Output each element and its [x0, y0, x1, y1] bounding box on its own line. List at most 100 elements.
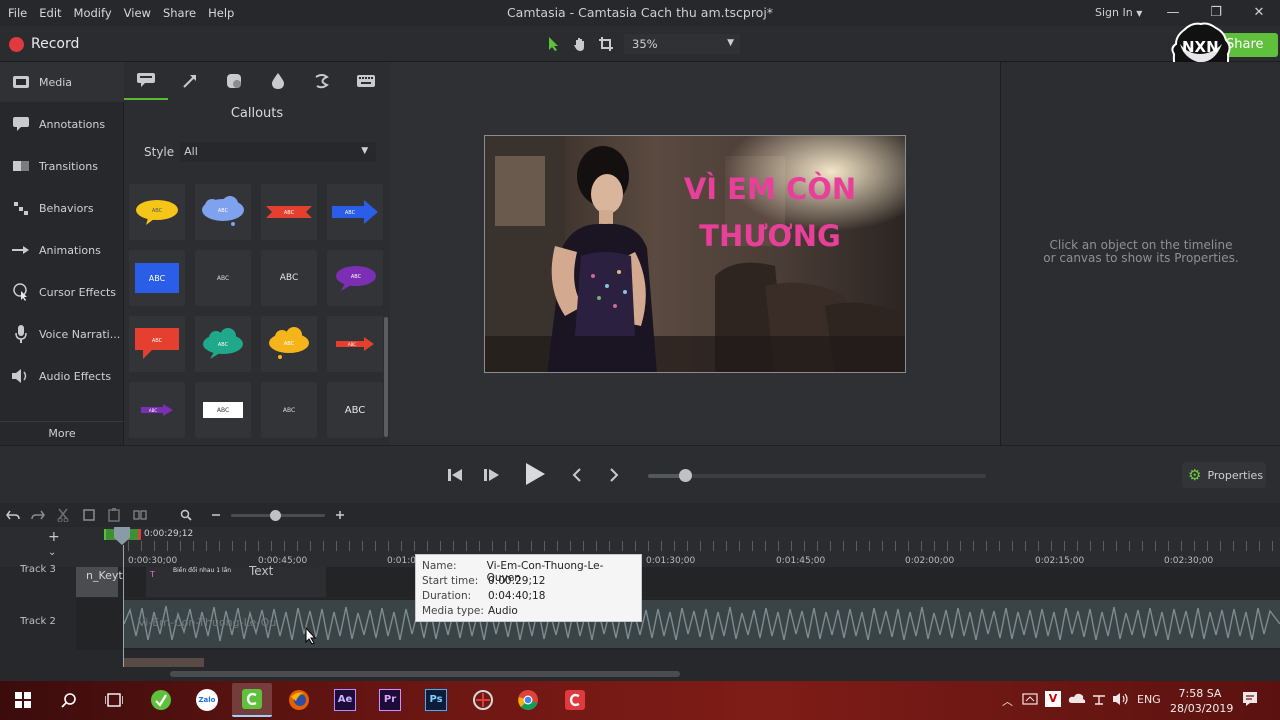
system-clock[interactable]: 7:58 SA 28/03/2019 [1170, 686, 1233, 716]
onedrive-icon[interactable] [1068, 692, 1086, 707]
tab-blur-highlight[interactable] [256, 62, 300, 100]
step-back-button[interactable] [440, 460, 470, 490]
callout-white-rectangle[interactable]: ABC [195, 382, 251, 438]
style-select[interactable]: All ▼ [180, 142, 377, 162]
track-2-audio-clip[interactable]: Vi-Em-Con-Thuong-Le-Qu [124, 600, 1280, 648]
sidebar-item-media[interactable]: Media [0, 62, 124, 102]
zoom-out-button[interactable] [207, 507, 225, 523]
track-3[interactable]: n_Keyt T Biến đổi nhau 1 lần Text [76, 564, 1280, 597]
callout-yellow-oval[interactable]: ABC [129, 184, 185, 240]
menu-share[interactable]: Share [161, 6, 204, 20]
track-2[interactable]: Vi-Em-Con-Thuong-Le-Qu [76, 598, 1280, 650]
unikey-icon[interactable]: V [1045, 691, 1061, 707]
video-title-line2[interactable]: THƯƠNG [675, 219, 865, 253]
callout-red-arrow[interactable]: ABC [327, 316, 383, 372]
zalo-icon[interactable]: Zalo [192, 687, 222, 713]
tab-shapes[interactable] [212, 62, 256, 100]
task-view-icon[interactable] [99, 687, 129, 713]
tab-arrows-lines[interactable] [168, 62, 212, 100]
menu-help[interactable]: Help [206, 6, 242, 20]
callout-yellow-cloud[interactable]: ABC [261, 316, 317, 372]
after-effects-icon[interactable]: Ae [330, 687, 360, 713]
timeline-scrollbar[interactable] [0, 667, 1280, 681]
tab-sketch-motion[interactable] [300, 62, 344, 100]
tab-callouts[interactable] [124, 62, 168, 100]
playback-scrubber[interactable] [648, 469, 986, 482]
network-icon[interactable] [1091, 692, 1107, 709]
timeline-zoom-handle[interactable] [270, 510, 281, 521]
callout-text-large[interactable]: ABC [327, 382, 383, 438]
show-hidden-icons-icon[interactable]: ︿ [1002, 693, 1013, 709]
scrubber-handle[interactable] [679, 469, 693, 482]
menu-modify[interactable]: Modify [72, 6, 120, 20]
camtasia-recorder-icon[interactable] [560, 687, 590, 713]
video-preview[interactable]: VÌ EM CÒN THƯƠNG [484, 135, 906, 373]
more-button[interactable]: More [0, 421, 124, 445]
callout-blue-rectangle[interactable]: ABC [129, 250, 185, 306]
search-icon[interactable] [54, 687, 84, 713]
timeline-zoom-slider[interactable] [231, 510, 325, 521]
canvas-area[interactable]: VÌ EM CÒN THƯƠNG [390, 62, 1000, 445]
callout-blue-arrow[interactable]: ABC [327, 184, 383, 240]
sidebar-item-behaviors[interactable]: Behaviors [0, 188, 124, 228]
properties-button[interactable]: ⚙ Properties [1182, 462, 1266, 488]
zoom-search-icon[interactable] [177, 507, 195, 523]
video-title-line1[interactable]: VÌ EM CÒN [675, 172, 865, 206]
chrome-icon[interactable] [513, 687, 543, 713]
timeline-scroll-thumb[interactable] [170, 671, 680, 677]
callout-red-banner[interactable]: ABC [261, 184, 317, 240]
menu-file[interactable]: File [6, 6, 35, 20]
copy-icon[interactable] [80, 507, 98, 523]
sidebar-item-voice-narration[interactable]: Voice Narrati... [0, 314, 124, 354]
language-indicator[interactable]: ENG [1137, 693, 1161, 706]
panel-scrollbar[interactable] [384, 317, 388, 437]
track-3-clip-text[interactable]: T Biến đổi nhau 1 lần Text [146, 564, 326, 597]
split-icon[interactable] [131, 507, 149, 523]
sidebar-item-cursor-effects[interactable]: Cursor Effects [0, 272, 124, 312]
callout-blue-cloud[interactable]: ABC [195, 184, 251, 240]
sidebar-item-audio-effects[interactable]: Audio Effects [0, 356, 124, 396]
crop-tool-icon[interactable] [595, 34, 617, 54]
camtasia-icon[interactable] [232, 683, 272, 717]
callout-text-medium[interactable]: ABC [261, 250, 317, 306]
next-marker-button[interactable] [599, 460, 629, 490]
callout-text-tiny[interactable]: ABC [261, 382, 317, 438]
callout-text-small[interactable]: ABC [195, 250, 251, 306]
sign-in-button[interactable]: Sign In ▼ [1095, 6, 1142, 19]
track-1-thumbnails[interactable] [124, 658, 204, 667]
app-icon[interactable] [468, 687, 498, 713]
sidebar-item-animations[interactable]: Animations [0, 230, 124, 270]
volume-icon[interactable] [1113, 692, 1129, 709]
premiere-icon[interactable]: Pr [375, 687, 405, 713]
windows-start-icon[interactable] [8, 687, 38, 713]
record-button[interactable]: Record [9, 36, 79, 52]
play-button[interactable] [518, 457, 552, 491]
callout-purple-speech[interactable]: ABC [327, 250, 383, 306]
select-tool-icon[interactable] [543, 34, 565, 54]
close-button[interactable]: ✕ [1239, 2, 1279, 24]
pan-tool-icon[interactable] [569, 34, 591, 54]
sidebar-item-transitions[interactable]: Transitions [0, 146, 124, 186]
firefox-icon[interactable] [284, 687, 314, 713]
paste-icon[interactable] [105, 507, 123, 523]
photoshop-icon[interactable]: Ps [421, 687, 451, 713]
previous-marker-button[interactable] [562, 460, 592, 490]
menu-edit[interactable]: Edit [37, 6, 69, 20]
track-2-label[interactable]: Track 2 [0, 616, 76, 627]
undo-icon[interactable] [4, 507, 22, 523]
callout-teal-cloud[interactable]: ABC [195, 316, 251, 372]
add-track-button[interactable]: + [48, 529, 60, 545]
redo-icon[interactable] [29, 507, 47, 523]
callout-red-speech-box[interactable]: ABC [129, 316, 185, 372]
sidebar-item-annotations[interactable]: Annotations [0, 104, 124, 144]
callout-purple-arrow[interactable]: ABC [129, 382, 185, 438]
menu-view[interactable]: View [122, 6, 159, 20]
zoom-select[interactable]: 35% ▼ [624, 34, 740, 54]
notifications-icon[interactable] [1242, 691, 1258, 710]
input-method-icon[interactable] [1022, 692, 1038, 709]
track-3-clip-keyframe[interactable]: n_Keyt [76, 567, 123, 597]
collapse-tracks-icon[interactable]: ⌄ [48, 547, 56, 558]
track-3-label[interactable]: Track 3 [0, 564, 76, 575]
cut-icon[interactable] [54, 507, 72, 523]
zoom-in-button[interactable] [331, 507, 349, 523]
